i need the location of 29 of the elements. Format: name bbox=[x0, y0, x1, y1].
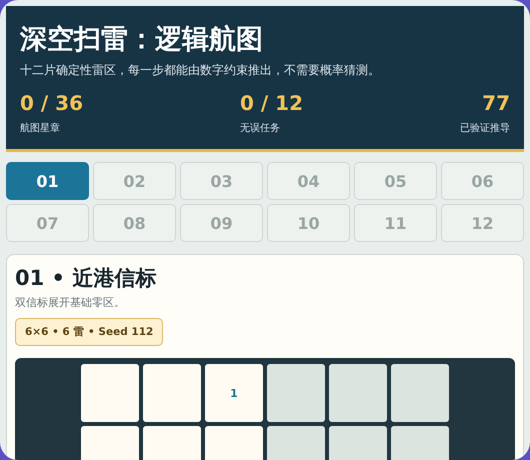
level-tab[interactable]: 12 bbox=[441, 204, 524, 242]
level-tab[interactable]: 07 bbox=[6, 204, 89, 242]
revealed-cell[interactable]: 1 bbox=[205, 364, 263, 422]
level-tab[interactable]: 10 bbox=[267, 204, 350, 242]
app-title: 深空扫雷：逻辑航图 bbox=[20, 23, 264, 57]
hidden-cell[interactable] bbox=[267, 364, 325, 422]
level-tab[interactable]: 01 bbox=[6, 162, 89, 200]
stat-value: 0 / 36 bbox=[20, 91, 84, 115]
hidden-cell[interactable] bbox=[329, 364, 387, 422]
stat-label: 航图星章 bbox=[20, 122, 61, 135]
stat-label: 已验证推导 bbox=[460, 122, 510, 135]
level-tab[interactable]: 04 bbox=[267, 162, 350, 200]
stat-value: 77 bbox=[482, 91, 510, 115]
level-tab[interactable]: 03 bbox=[180, 162, 263, 200]
level-tab[interactable]: 09 bbox=[180, 204, 263, 242]
stat-label: 无误任务 bbox=[240, 122, 280, 135]
mission-title: 01 • 近港信标 bbox=[15, 265, 158, 292]
hidden-cell[interactable] bbox=[391, 364, 449, 422]
mission-badge: 6×6 • 6 雷 • Seed 112 bbox=[15, 318, 164, 346]
level-tab[interactable]: 06 bbox=[441, 162, 524, 200]
revealed-cell[interactable] bbox=[81, 364, 139, 422]
revealed-cell[interactable] bbox=[143, 364, 201, 422]
level-tab[interactable]: 08 bbox=[93, 204, 176, 242]
level-tab[interactable]: 11 bbox=[354, 204, 437, 242]
app-subtitle: 十二片确定性雷区，每一步都能由数字约束推出，不需要概率猜测。 bbox=[20, 62, 381, 79]
mission-description: 双信标展开基础零区。 bbox=[15, 295, 126, 310]
level-tab[interactable]: 02 bbox=[93, 162, 176, 200]
stat-value: 0 / 12 bbox=[240, 91, 303, 115]
level-tab[interactable]: 05 bbox=[354, 162, 437, 200]
